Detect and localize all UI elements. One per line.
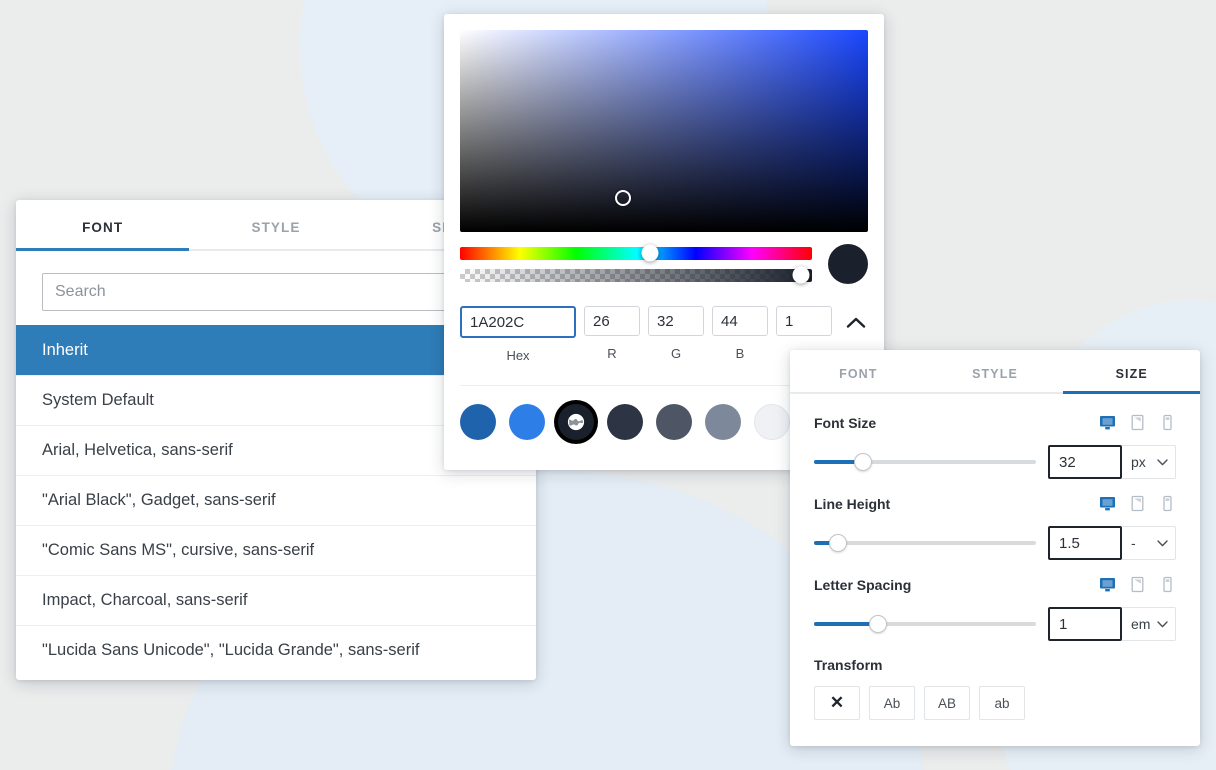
color-sliders-row (460, 244, 868, 284)
tablet-icon[interactable] (1129, 495, 1146, 512)
size-panel-body: Font Size 32 px Line Height 1.5 - Letter… (790, 394, 1200, 720)
mobile-icon[interactable] (1159, 576, 1176, 593)
letter-spacing-unit-select[interactable]: em (1122, 607, 1176, 641)
size-panel-active-tab-indicator (1063, 391, 1200, 394)
green-label: G (670, 346, 682, 361)
slider-thumb[interactable] (829, 534, 848, 552)
line-height-device-toggles (1099, 495, 1176, 512)
blue-field-group: B (712, 306, 768, 361)
color-swatch[interactable] (754, 404, 790, 440)
letter-spacing-control-row: em (814, 607, 1176, 641)
line-height-control-header: Line Height (814, 495, 1176, 512)
chevron-down-icon (1157, 620, 1168, 627)
transform-button-group: ✕ Ab AB ab (814, 686, 1176, 720)
hex-field-group: Hex (460, 306, 576, 363)
letter-spacing-slider[interactable] (814, 615, 1036, 633)
red-input[interactable] (584, 306, 640, 336)
line-height-label: Line Height (814, 495, 891, 512)
transform-label: Transform (814, 657, 883, 673)
list-item[interactable]: "Comic Sans MS", cursive, sans-serif (16, 525, 536, 575)
chevron-down-icon (1157, 458, 1168, 465)
tab-font[interactable]: FONT (16, 200, 189, 251)
hue-slider-thumb[interactable] (641, 244, 659, 262)
red-label: R (607, 346, 617, 361)
alpha-field-group (776, 306, 832, 346)
mobile-icon[interactable] (1159, 414, 1176, 431)
alpha-slider[interactable] (460, 266, 812, 284)
blue-label: B (735, 346, 745, 361)
chevron-down-icon (1157, 539, 1168, 546)
letter-spacing-device-toggles (1099, 576, 1176, 593)
font-size-control-header: Font Size (814, 414, 1176, 431)
size-panel-tabs: FONT STYLE SIZE (790, 350, 1200, 394)
red-field-group: R (584, 306, 640, 361)
desktop-icon[interactable] (1099, 495, 1116, 512)
color-swatch[interactable] (607, 404, 643, 440)
hex-label: Hex (506, 348, 530, 363)
list-item[interactable]: "Lucida Sans Unicode", "Lucida Grande", … (16, 625, 536, 675)
list-item[interactable]: Impact, Charcoal, sans-serif (16, 575, 536, 625)
color-swatch[interactable] (509, 404, 545, 440)
tablet-icon[interactable] (1129, 414, 1146, 431)
letter-spacing-control-header: Letter Spacing (814, 576, 1176, 593)
font-panel-active-tab-indicator (16, 248, 190, 251)
alpha-slider-thumb[interactable] (792, 266, 810, 284)
transform-control-header: Transform (814, 657, 1176, 673)
line-height-unit-label: - (1131, 535, 1136, 551)
green-input[interactable] (648, 306, 704, 336)
font-size-unit-select[interactable]: px (1122, 445, 1176, 479)
saturation-value-area[interactable] (460, 30, 868, 232)
font-size-unit-label: px (1131, 454, 1146, 470)
mobile-icon[interactable] (1159, 495, 1176, 512)
blue-input[interactable] (712, 306, 768, 336)
letter-spacing-unit-label: em (1131, 616, 1151, 632)
line-height-slider[interactable] (814, 534, 1036, 552)
desktop-icon[interactable] (1099, 414, 1116, 431)
tab-style[interactable]: STYLE (927, 350, 1064, 394)
tab-font[interactable]: FONT (790, 350, 927, 394)
size-panel: FONT STYLE SIZE Font Size 32 px Line Hei… (790, 350, 1200, 746)
letter-spacing-input[interactable] (1048, 607, 1122, 641)
tab-style[interactable]: STYLE (189, 200, 362, 251)
line-height-control-row: - (814, 526, 1176, 560)
alpha-input[interactable] (776, 306, 832, 336)
font-size-control-row: px (814, 445, 1176, 479)
color-swatch[interactable] (460, 404, 496, 440)
tablet-icon[interactable] (1129, 576, 1146, 593)
green-field-group: G (648, 306, 704, 361)
letter-spacing-label: Letter Spacing (814, 576, 912, 593)
hex-input[interactable] (460, 306, 576, 338)
color-sliders-stack (460, 244, 812, 284)
line-height-unit-select[interactable]: - (1122, 526, 1176, 560)
font-size-input[interactable] (1048, 445, 1122, 479)
hue-slider[interactable] (460, 244, 812, 262)
transform-none-button[interactable]: ✕ (814, 686, 860, 720)
transform-uppercase-button[interactable]: AB (924, 686, 970, 720)
color-preview-swatch (828, 244, 868, 284)
transform-capitalize-button[interactable]: Ab (869, 686, 915, 720)
slider-thumb[interactable] (853, 453, 872, 471)
line-height-input[interactable] (1048, 526, 1122, 560)
slider-thumb[interactable] (869, 615, 888, 633)
font-size-slider[interactable] (814, 453, 1036, 471)
transform-lowercase-button[interactable]: ab (979, 686, 1025, 720)
globe-icon (567, 413, 585, 431)
search-input[interactable] (42, 273, 510, 311)
desktop-icon[interactable] (1099, 576, 1116, 593)
saturation-value-cursor[interactable] (615, 189, 632, 206)
screenshot-stage: FONT STYLE SIZE Inherit System Default A… (0, 0, 1216, 770)
list-item[interactable]: "Arial Black", Gadget, sans-serif (16, 475, 536, 525)
color-swatch[interactable] (705, 404, 741, 440)
color-swatch[interactable] (656, 404, 692, 440)
font-size-device-toggles (1099, 414, 1176, 431)
font-size-label: Font Size (814, 414, 877, 431)
tab-size[interactable]: SIZE (1063, 350, 1200, 394)
chevron-up-icon[interactable] (844, 306, 868, 338)
color-swatch-active[interactable] (558, 404, 594, 440)
